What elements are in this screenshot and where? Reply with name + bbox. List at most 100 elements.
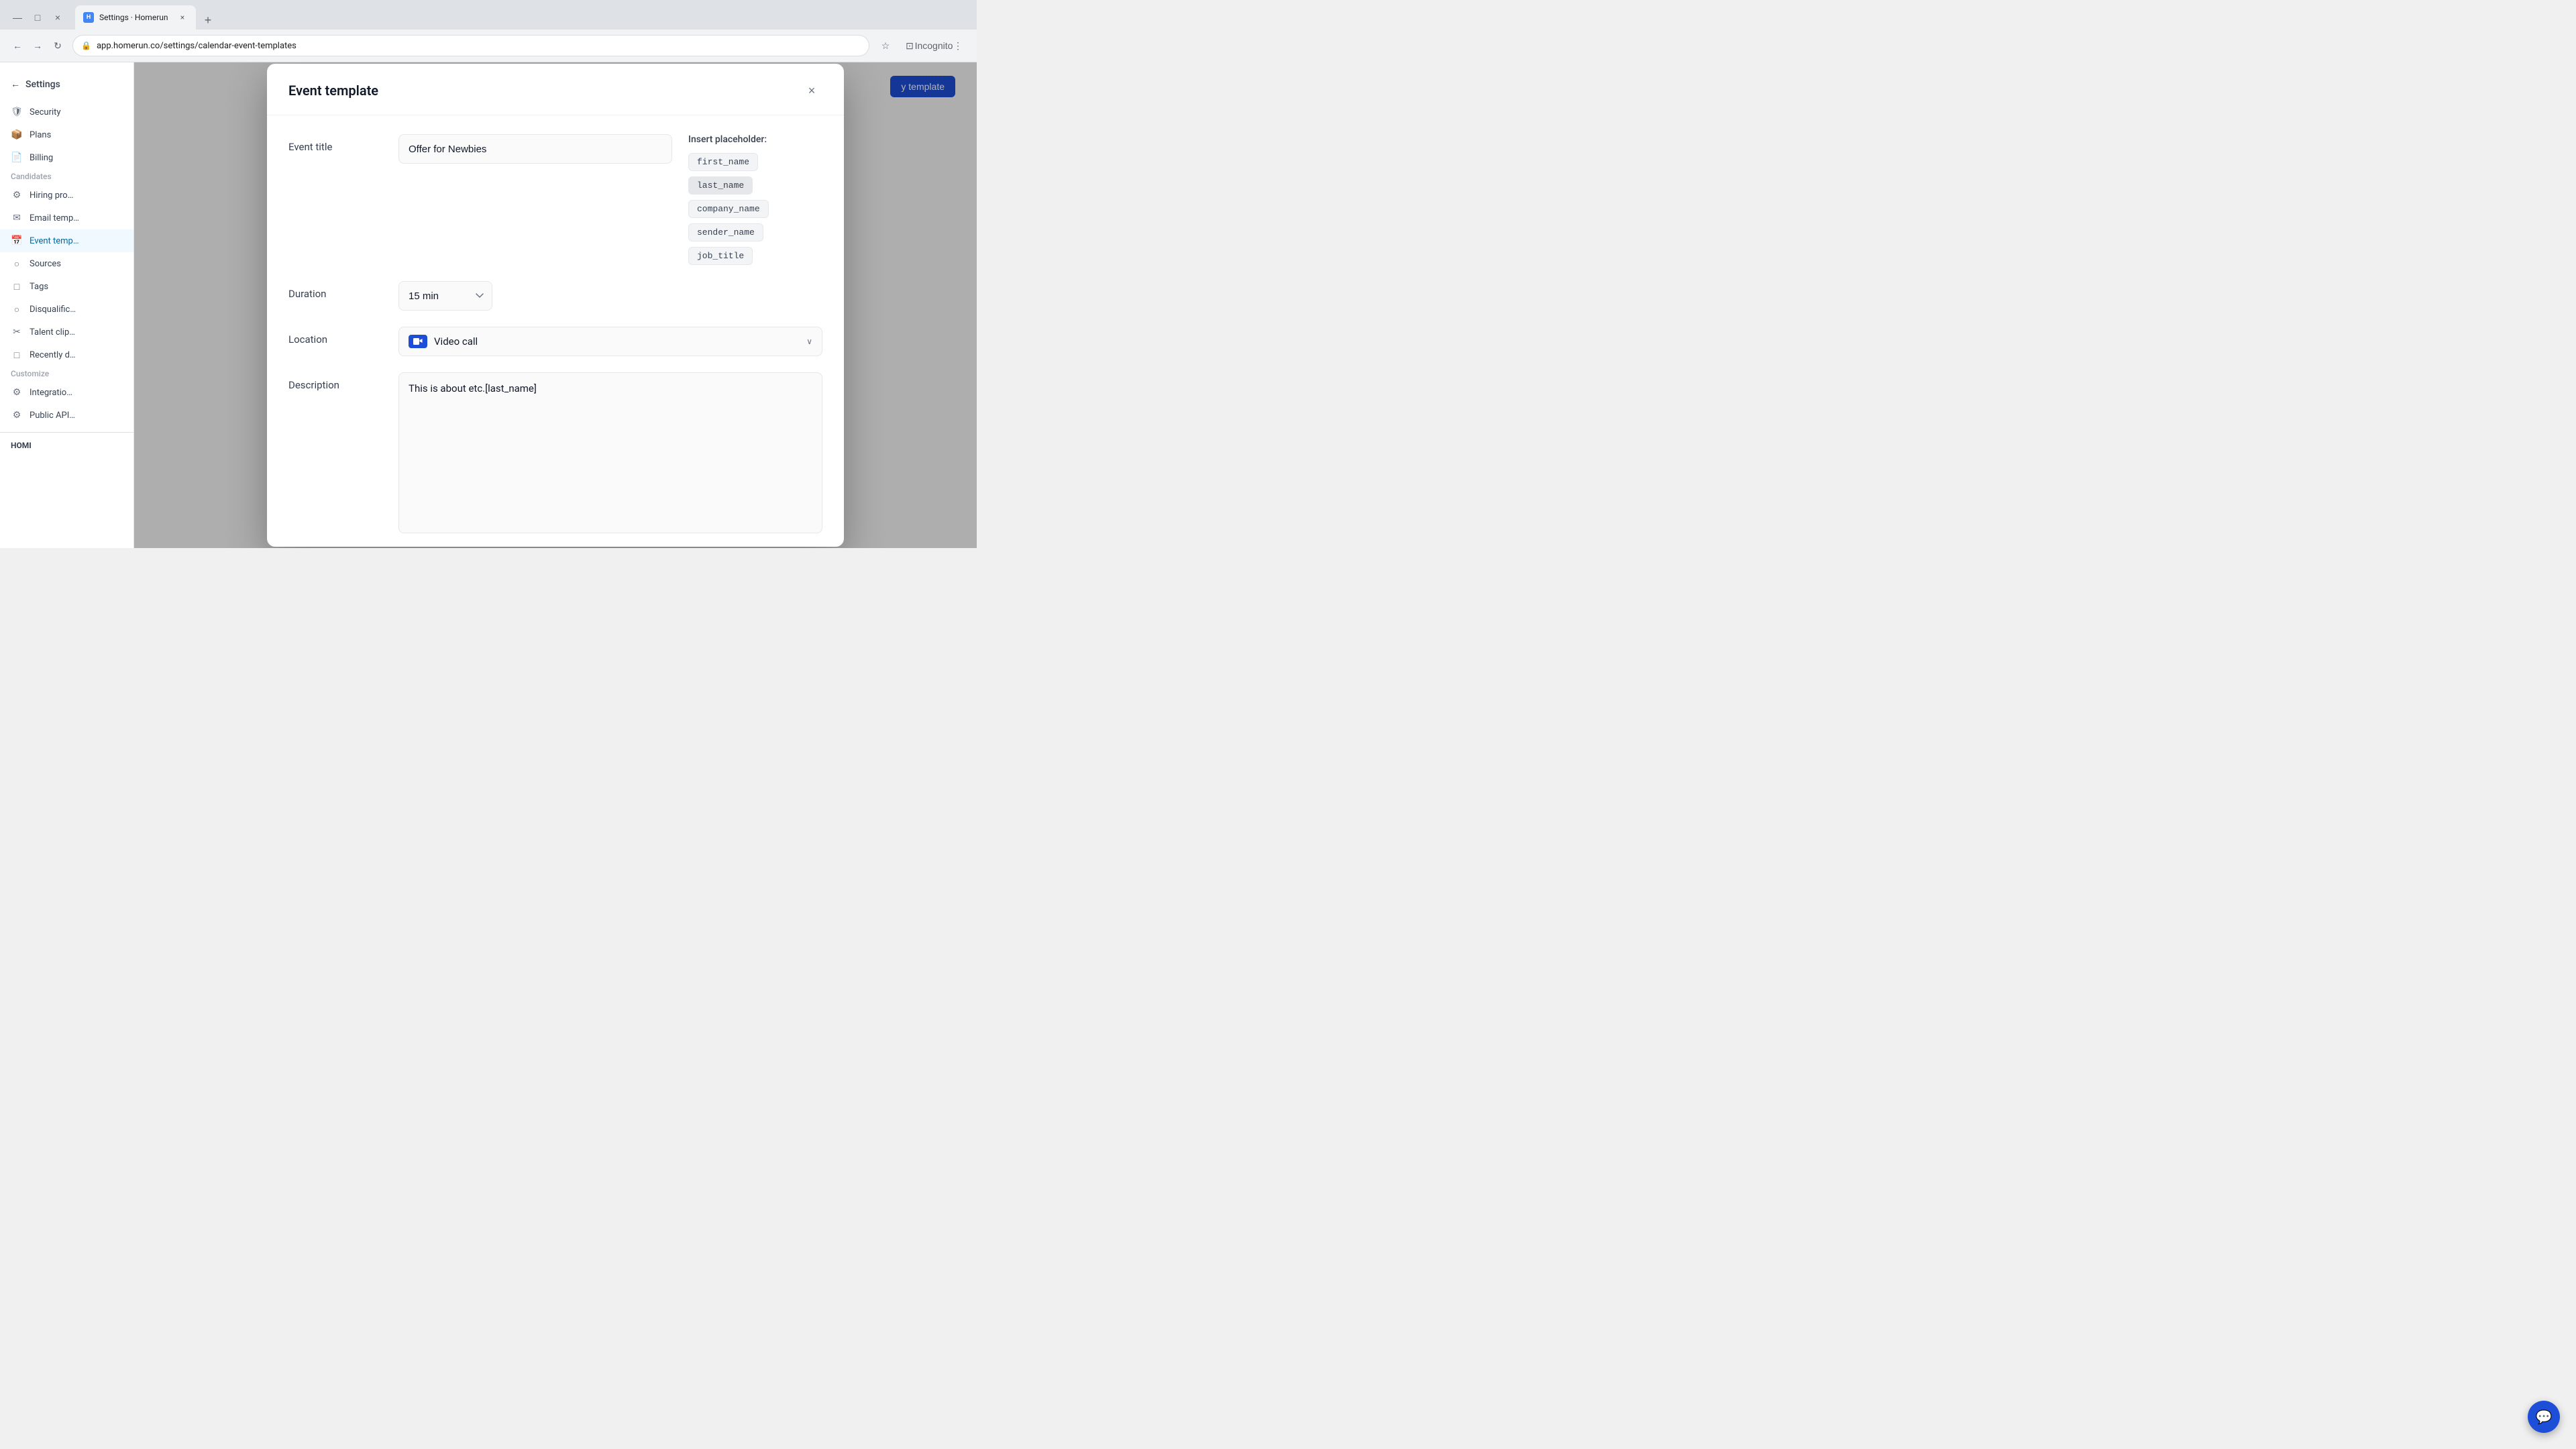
placeholder-sender-name[interactable]: sender_name [688, 223, 763, 241]
event-temp-icon: 📅 [11, 235, 23, 247]
description-label: Description [288, 372, 382, 391]
location-select[interactable]: Video call ∨ [398, 327, 822, 356]
window-controls: — □ × [8, 8, 67, 27]
active-tab[interactable]: H Settings · Homerun × [75, 5, 196, 30]
tab-favicon: H [83, 12, 94, 23]
duration-label: Duration [288, 281, 382, 300]
sidebar-item-billing[interactable]: 📄 Billing [0, 146, 133, 169]
main-content: ← Settings 🛡 Security 📦 Plans 📄 Billing … [0, 62, 977, 548]
duration-row: Duration 15 min 30 min 45 min 60 min 90 … [288, 281, 822, 311]
placeholder-company-name[interactable]: company_name [688, 200, 769, 218]
settings-label: Settings [25, 79, 60, 90]
sidebar-item-integrations[interactable]: ⚙ Integratio… [0, 381, 133, 404]
sidebar-label-sources: Sources [30, 259, 61, 269]
sources-icon: ○ [11, 258, 23, 270]
shield-icon: 🛡 [11, 106, 23, 118]
modal-title: Event template [288, 83, 378, 99]
menu-button[interactable]: ⋮ [947, 35, 969, 56]
candidates-section-label: Candidates [0, 169, 133, 184]
billing-icon: 📄 [11, 152, 23, 164]
address-bar[interactable]: 🔒 app.homerun.co/settings/calendar-event… [72, 35, 869, 56]
placeholder-first-name[interactable]: first_name [688, 153, 758, 171]
sidebar-item-security[interactable]: 🛡 Security [0, 101, 133, 123]
sidebar-item-tags[interactable]: □ Tags [0, 275, 133, 298]
sidebar-label-email-temp: Email temp… [30, 213, 79, 223]
event-title-field [398, 134, 672, 164]
sidebar-label-security: Security [30, 107, 61, 117]
browser-title-bar: — □ × H Settings · Homerun × + [0, 0, 977, 30]
sidebar-item-sources[interactable]: ○ Sources [0, 252, 133, 275]
sidebar-item-public-api[interactable]: ⚙ Public API… [0, 404, 133, 427]
disqualif-icon: ○ [11, 303, 23, 315]
logo-text: HOMI [11, 441, 32, 450]
tags-icon: □ [11, 280, 23, 292]
chat-bubble-button[interactable]: 💬 [2528, 1401, 2560, 1433]
sidebar-label-integrations: Integratio… [30, 388, 72, 398]
modal-overlay[interactable]: Event template × Event title Insert [134, 62, 977, 548]
tab-close-button[interactable]: × [177, 12, 188, 23]
insert-placeholder-label: Insert placeholder: [688, 134, 822, 145]
sidebar-label-hiring-pro: Hiring pro… [30, 191, 73, 201]
sidebar-item-disqualif[interactable]: ○ Disqualific… [0, 298, 133, 321]
customize-section-label: Customize [0, 366, 133, 381]
sidebar-item-plans[interactable]: 📦 Plans [0, 123, 133, 146]
sidebar-label-public-api: Public API… [30, 411, 75, 421]
bookmark-button[interactable]: ☆ [875, 35, 896, 56]
url-text: app.homerun.co/settings/calendar-event-t… [97, 41, 297, 51]
reload-button[interactable]: ↻ [48, 36, 67, 55]
event-template-modal: Event template × Event title Insert [267, 64, 844, 547]
sidebar-item-event-temp[interactable]: 📅 Event temp… [0, 229, 133, 252]
forward-nav-button[interactable]: → [28, 36, 47, 55]
duration-select[interactable]: 15 min 30 min 45 min 60 min 90 min [398, 281, 492, 311]
sidebar-label-billing: Billing [30, 153, 53, 163]
email-temp-icon: ✉ [11, 212, 23, 224]
sidebar-back-button[interactable]: ← Settings [0, 73, 133, 95]
event-title-input[interactable] [398, 134, 672, 164]
toolbar-actions: ☆ ⊡ Incognito ⋮ [875, 35, 969, 56]
close-icon: × [808, 84, 816, 98]
placeholder-last-name[interactable]: last_name [688, 176, 753, 195]
location-dropdown-arrow: ∨ [806, 337, 812, 346]
modal-close-button[interactable]: × [801, 80, 822, 101]
location-field: Video call ∨ [398, 327, 822, 356]
sidebar-logo: HOMI [0, 432, 133, 455]
sidebar-label-tags: Tags [30, 282, 48, 292]
sidebar-item-email-temp[interactable]: ✉ Email temp… [0, 207, 133, 229]
nav-buttons: ← → ↻ [8, 36, 67, 55]
hiring-pro-icon: ⚙ [11, 189, 23, 201]
chat-icon: 💬 [2536, 1409, 2553, 1425]
event-title-label: Event title [288, 134, 382, 153]
tab-bar: H Settings · Homerun × + [70, 5, 223, 30]
location-row: Location Video call ∨ [288, 327, 822, 356]
profile-button[interactable]: Incognito [923, 35, 945, 56]
close-window-button[interactable]: × [48, 8, 67, 27]
duration-field: 15 min 30 min 45 min 60 min 90 min [398, 281, 822, 311]
sidebar-item-recently[interactable]: □ Recently d… [0, 343, 133, 366]
maximize-button[interactable]: □ [28, 8, 47, 27]
sidebar-item-talent-clip[interactable]: ✂ Talent clip… [0, 321, 133, 343]
description-field: This is about etc.[last_name] [398, 372, 822, 536]
placeholder-section: Insert placeholder: first_name last_name… [688, 134, 822, 265]
event-title-row: Event title Insert placeholder: first_na… [288, 134, 822, 265]
modal-header: Event template × [267, 64, 844, 115]
description-row: Description This is about etc.[last_name… [288, 372, 822, 536]
new-tab-button[interactable]: + [199, 11, 217, 30]
description-textarea[interactable]: This is about etc.[last_name] [398, 372, 822, 533]
placeholder-tags: first_name last_name company_name sender… [688, 153, 822, 265]
minimize-button[interactable]: — [8, 8, 27, 27]
talent-clip-icon: ✂ [11, 326, 23, 338]
location-label: Location [288, 327, 382, 345]
location-text: Video call [434, 335, 800, 347]
sidebar-label-recently: Recently d… [30, 350, 76, 360]
browser-toolbar: ← → ↻ 🔒 app.homerun.co/settings/calendar… [0, 30, 977, 62]
browser-chrome: — □ × H Settings · Homerun × + ← → ↻ 🔒 a… [0, 0, 977, 62]
modal-body: Event title Insert placeholder: first_na… [267, 115, 844, 547]
sidebar-label-plans: Plans [30, 130, 51, 140]
sidebar-item-hiring-pro[interactable]: ⚙ Hiring pro… [0, 184, 133, 207]
public-api-icon: ⚙ [11, 409, 23, 421]
page-background: y template Event template × Event title [134, 62, 977, 548]
video-call-icon [409, 335, 427, 348]
back-nav-button[interactable]: ← [8, 36, 27, 55]
sidebar: ← Settings 🛡 Security 📦 Plans 📄 Billing … [0, 62, 134, 548]
placeholder-job-title[interactable]: job_title [688, 247, 753, 265]
